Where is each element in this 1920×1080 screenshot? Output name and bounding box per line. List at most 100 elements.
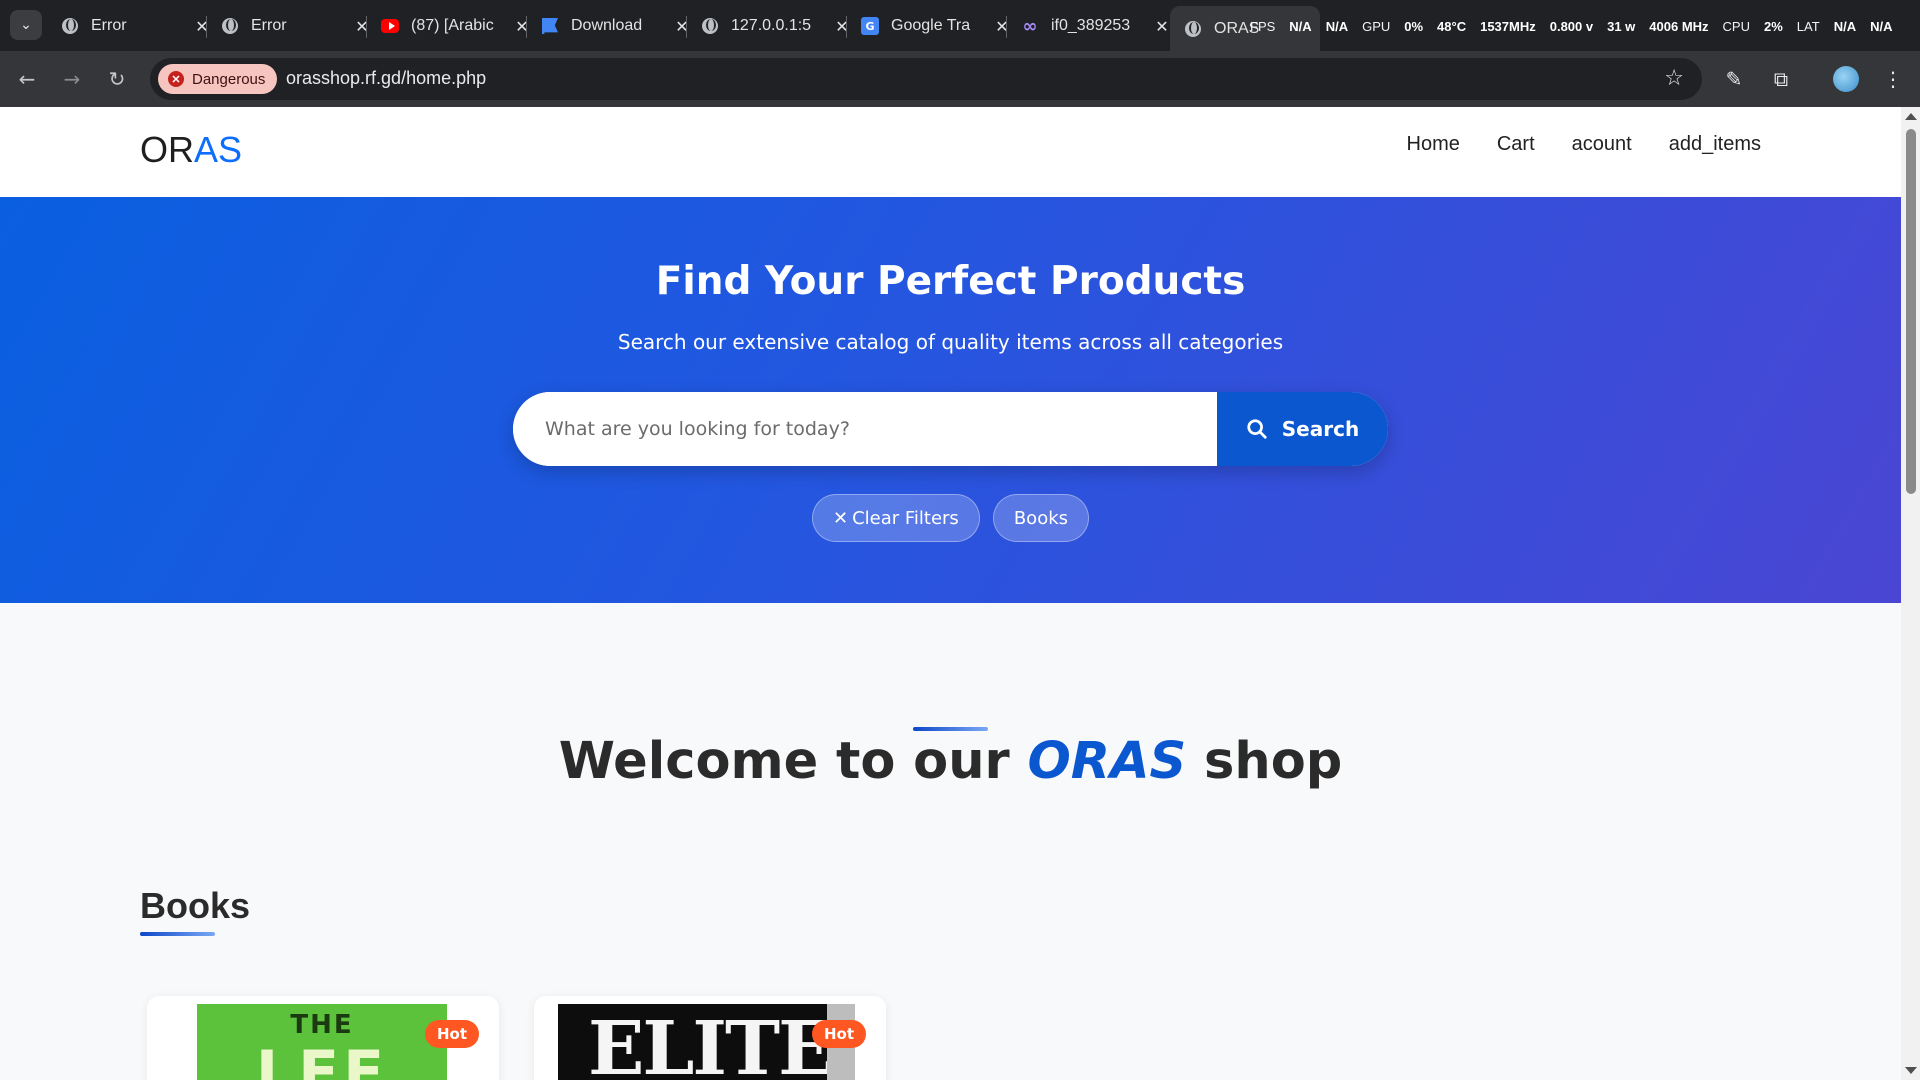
- forward-button[interactable]: →: [58, 65, 86, 93]
- section-title-books: Books: [140, 885, 251, 926]
- danger-icon: ✕: [168, 71, 184, 87]
- bookmark-star-icon[interactable]: ☆: [1664, 66, 1684, 91]
- youtube-icon: [381, 17, 399, 35]
- section-accent-bar: [140, 932, 215, 936]
- fps-label: FPS: [1250, 18, 1276, 34]
- tab-title: if0_389253: [1051, 17, 1131, 34]
- reload-button[interactable]: ↻: [103, 65, 131, 93]
- tab-search-button[interactable]: ⌄: [10, 10, 42, 40]
- welcome-heading: Welcome to our ORAS shop: [0, 732, 1901, 791]
- hero-subtitle: Search our extensive catalog of quality …: [617, 330, 1284, 354]
- welcome-brand: ORAS: [1027, 732, 1187, 791]
- clear-filters-label: Clear Filters: [852, 507, 959, 529]
- google-translate-icon: G: [861, 17, 879, 35]
- hero-section: Find Your Perfect Products Search our ex…: [0, 197, 1901, 603]
- browser-toolbar: ← → ↻ ✕ Dangerous orasshop.rf.gd/home.ph…: [0, 51, 1920, 107]
- hot-badge: Hot: [424, 1020, 479, 1048]
- nav-cart[interactable]: Cart: [1497, 133, 1535, 156]
- chevron-down-icon: ⌄: [20, 17, 32, 33]
- tab-title: Error: [91, 17, 127, 34]
- tab-youtube[interactable]: (87) [Arabic ✕: [367, 8, 533, 44]
- back-arrow-icon: ←: [18, 67, 36, 91]
- profile-avatar[interactable]: [1832, 65, 1860, 93]
- nav-home[interactable]: Home: [1407, 133, 1460, 156]
- gpu-label: GPU: [1362, 18, 1391, 34]
- tab-strip: ⌄ Error ✕ Error ✕ (87) [Arabic ✕ Downloa…: [0, 0, 1920, 51]
- tab-error-2[interactable]: Error ✕: [207, 8, 373, 44]
- eyedropper-icon[interactable]: ✎: [1720, 65, 1748, 93]
- close-icon: ✕: [832, 507, 849, 529]
- product-cover-image[interactable]: ELITE: [558, 1004, 855, 1080]
- welcome-prefix: Welcome to our: [558, 732, 1010, 791]
- flag-icon: [541, 17, 559, 35]
- clear-filters-button[interactable]: ✕ Clear Filters: [811, 494, 980, 542]
- globe-icon: [1184, 20, 1202, 38]
- filter-chips: ✕ Clear Filters Books: [0, 494, 1901, 542]
- page-scrollbar[interactable]: [1901, 107, 1920, 1080]
- search-button-label: Search: [1281, 417, 1360, 441]
- tab-localhost[interactable]: 127.0.0.1:5 ✕: [687, 8, 853, 44]
- gpu-temp: 48°C: [1437, 18, 1467, 34]
- fps-value: N/A: [1289, 18, 1312, 34]
- gpu-clock: 1537MHz: [1480, 18, 1536, 34]
- tab-error-1[interactable]: Error ✕: [47, 8, 213, 44]
- logo-part-1: OR: [140, 129, 194, 170]
- tab-title: Error: [251, 17, 287, 34]
- cover-text-main: LEF: [255, 1038, 389, 1080]
- tab-title: (87) [Arabic: [411, 17, 494, 34]
- logo-part-2: AS: [194, 129, 243, 170]
- scroll-down-arrow-icon[interactable]: [1905, 1067, 1917, 1074]
- search-icon: [1247, 419, 1267, 439]
- tab-title: Download: [571, 17, 643, 34]
- tab-infinityfree[interactable]: ∞ if0_389253 ✕: [1007, 8, 1173, 44]
- gpu-voltage: 0.800 v: [1549, 18, 1594, 34]
- fps-value-2: N/A: [1325, 18, 1349, 34]
- mem-clock: 4006 MHz: [1649, 18, 1709, 34]
- tab-download[interactable]: Download ✕: [527, 8, 693, 44]
- site-header: ORAS Home Cart acount add_items: [0, 107, 1901, 197]
- welcome-accent-bar: [913, 727, 988, 731]
- tab-google-translate[interactable]: G Google Tra ✕: [847, 8, 1013, 44]
- tab-title: Google Tra: [891, 17, 971, 34]
- lat-label: LAT: [1796, 18, 1820, 34]
- gpu-value: 0%: [1404, 18, 1424, 34]
- scrollbar-thumb[interactable]: [1906, 129, 1916, 494]
- nav-add-items[interactable]: add_items: [1669, 133, 1761, 156]
- back-button[interactable]: ←: [13, 65, 41, 93]
- globe-icon: [701, 17, 719, 35]
- menu-kebab-icon[interactable]: ⋮: [1879, 65, 1907, 93]
- scroll-up-arrow-icon[interactable]: [1905, 113, 1917, 120]
- reload-icon: ↻: [108, 67, 126, 91]
- nav-account[interactable]: acount: [1572, 133, 1632, 156]
- address-bar[interactable]: ✕ Dangerous orasshop.rf.gd/home.php ☆: [150, 58, 1702, 100]
- cpu-label: CPU: [1722, 18, 1750, 34]
- security-chip[interactable]: ✕ Dangerous: [158, 64, 278, 94]
- cover-text-top: THE: [290, 1010, 354, 1040]
- url-text[interactable]: orasshop.rf.gd/home.php: [286, 68, 486, 89]
- lat-value: N/A: [1833, 18, 1857, 34]
- hot-badge: Hot: [811, 1020, 866, 1048]
- product-card[interactable]: ELITE Hot: [534, 996, 886, 1080]
- cover-text-main: ELITE: [588, 1006, 835, 1080]
- main-nav: Home Cart acount add_items: [1407, 133, 1762, 156]
- filter-chip-books[interactable]: Books: [992, 494, 1090, 542]
- security-chip-label: Dangerous: [192, 70, 266, 88]
- search-button[interactable]: Search: [1217, 392, 1388, 466]
- forward-arrow-icon: →: [63, 67, 81, 91]
- globe-icon: [221, 17, 239, 35]
- filter-chip-label: Books: [1013, 507, 1069, 529]
- lat-value-2: N/A: [1870, 18, 1893, 34]
- product-card[interactable]: THE LEF Hot: [147, 996, 499, 1080]
- site-logo[interactable]: ORAS: [140, 129, 242, 171]
- search-input[interactable]: [513, 392, 1217, 466]
- cpu-value: 2%: [1764, 18, 1783, 34]
- infinity-icon: ∞: [1022, 15, 1038, 37]
- extensions-icon[interactable]: ⧉: [1767, 65, 1795, 93]
- gpu-power: 31 w: [1607, 18, 1636, 34]
- welcome-suffix: shop: [1204, 732, 1343, 791]
- product-cover-image[interactable]: THE LEF: [197, 1004, 447, 1080]
- globe-icon: [61, 17, 79, 35]
- tab-title: 127.0.0.1:5: [731, 17, 812, 34]
- search-bar: Search: [513, 392, 1388, 466]
- performance-overlay: FPS N/A N/A GPU 0% 48°C 1537MHz 0.800 v …: [1250, 13, 1892, 39]
